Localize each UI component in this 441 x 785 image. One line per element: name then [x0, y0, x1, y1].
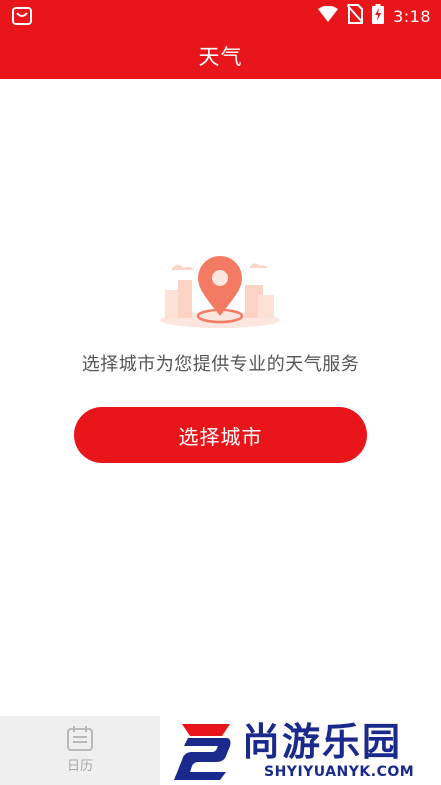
wifi-icon: [318, 5, 339, 26]
select-city-button[interactable]: 选择城市: [74, 407, 367, 463]
no-sim-icon: [346, 4, 364, 28]
watermark: 尚游乐园 SHYIYUANYK.COM: [160, 716, 441, 785]
battery-charging-icon: [372, 4, 385, 28]
watermark-name: 尚游乐园: [242, 720, 403, 764]
calendar-icon: [66, 725, 94, 751]
location-pin-illustration: [150, 250, 290, 330]
status-time: 3:18: [393, 6, 431, 26]
watermark-logo: [170, 720, 236, 782]
nav-item-label: 日历: [66, 759, 93, 774]
app-bar: 天气: [0, 32, 441, 79]
page-title: 天气: [198, 44, 243, 69]
status-bar: 3:18: [0, 0, 441, 32]
shopping-bag-icon: [12, 6, 32, 26]
empty-state-message: 选择城市为您提供专业的天气服务: [81, 354, 360, 375]
watermark-domain: SHYIYUANYK.COM: [264, 764, 415, 780]
nav-item-calendar[interactable]: 日历: [0, 717, 160, 785]
